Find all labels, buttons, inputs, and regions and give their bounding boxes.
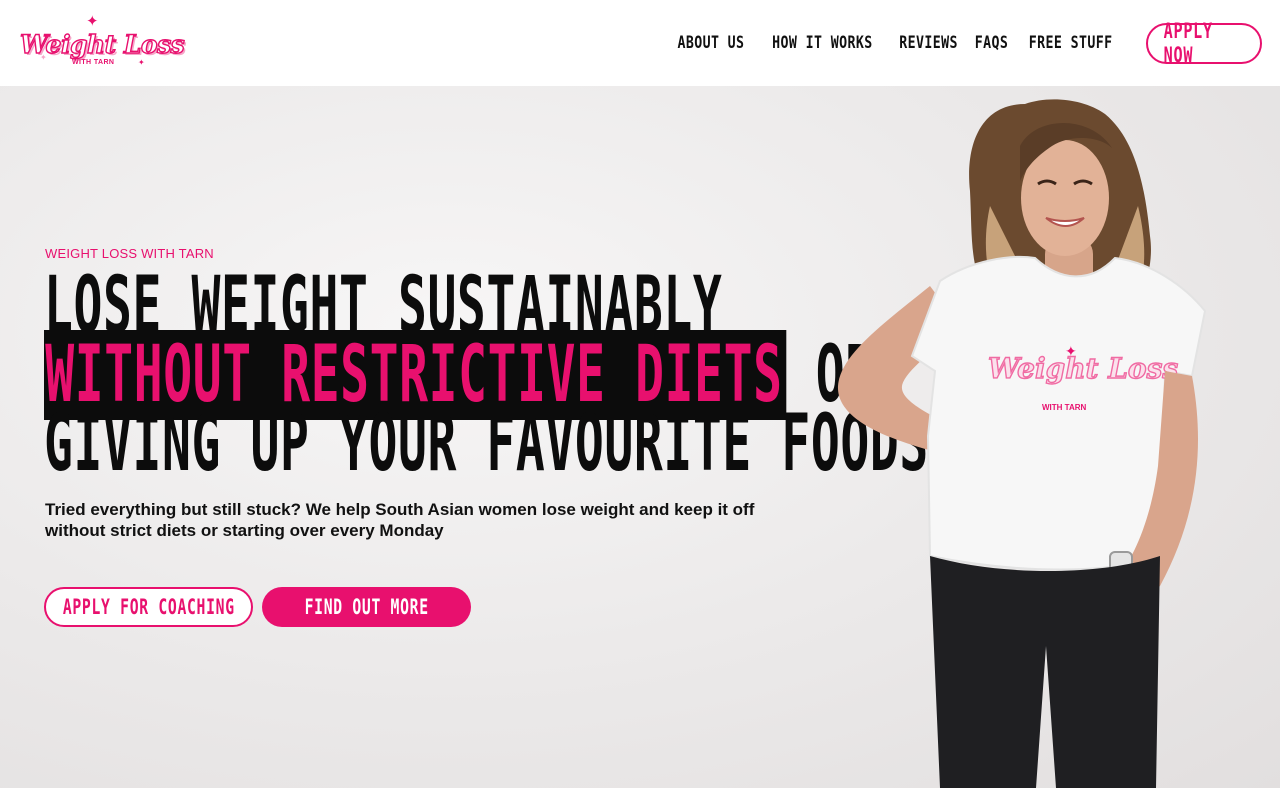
- hero-eyebrow: WEIGHT LOSS WITH TARN: [45, 246, 214, 261]
- apply-now-label: APPLY NOW: [1163, 19, 1213, 67]
- brand-logo[interactable]: ✦ ✦ ✦ Weight Loss WITH TARN: [19, 12, 185, 74]
- shirt-logo-sub: WITH TARN: [1042, 403, 1087, 412]
- logo-script-text: Weight Loss: [19, 29, 185, 59]
- page-bottom-strip: [0, 788, 1280, 800]
- hero-headline: LOSE WEIGHT SUSTAINABLY WITHOUT RESTRICT…: [44, 267, 929, 489]
- hero-subtext: Tried everything but still stuck? We hel…: [45, 500, 755, 540]
- shirt-logo-text: Weight Loss: [988, 352, 1178, 385]
- apply-now-button[interactable]: APPLY NOW: [1146, 19, 1262, 67]
- apply-for-coaching-label: APPLY FOR COACHING: [62, 595, 235, 619]
- headline-line-3: GIVING UP YOUR FAVOURITE FOODS: [44, 399, 929, 489]
- sparkle-icon: ✦: [86, 13, 99, 30]
- sparkle-icon: ✦: [1065, 343, 1077, 359]
- main-nav: ABOUT US HOW IT WORKS REVIEWS FAQS FREE …: [672, 19, 1262, 67]
- coach-photo: Weight Loss WITH TARN ✦: [837, 99, 1207, 788]
- site-header: ✦ ✦ ✦ Weight Loss WITH TARN ABOUT US HOW…: [0, 0, 1280, 86]
- nav-link-about-us[interactable]: ABOUT US: [677, 33, 744, 53]
- apply-for-coaching-button[interactable]: APPLY FOR COACHING: [44, 587, 253, 627]
- nav-link-free-stuff[interactable]: FREE STUFF: [1028, 33, 1112, 53]
- nav-link-faqs[interactable]: FAQS: [974, 33, 1008, 53]
- nav-link-how-it-works[interactable]: HOW IT WORKS: [772, 33, 872, 53]
- find-out-more-label: FIND OUT MORE: [304, 595, 429, 619]
- logo-sub-text: WITH TARN: [72, 59, 115, 66]
- sparkle-icon: ✦: [138, 58, 145, 67]
- nav-link-reviews[interactable]: REVIEWS: [899, 33, 958, 53]
- hero-cta-group: APPLY FOR COACHING FIND OUT MORE: [44, 587, 471, 627]
- find-out-more-button[interactable]: FIND OUT MORE: [262, 587, 471, 627]
- hero-section: WEIGHT LOSS WITH TARN LOSE WEIGHT SUSTAI…: [0, 86, 1280, 788]
